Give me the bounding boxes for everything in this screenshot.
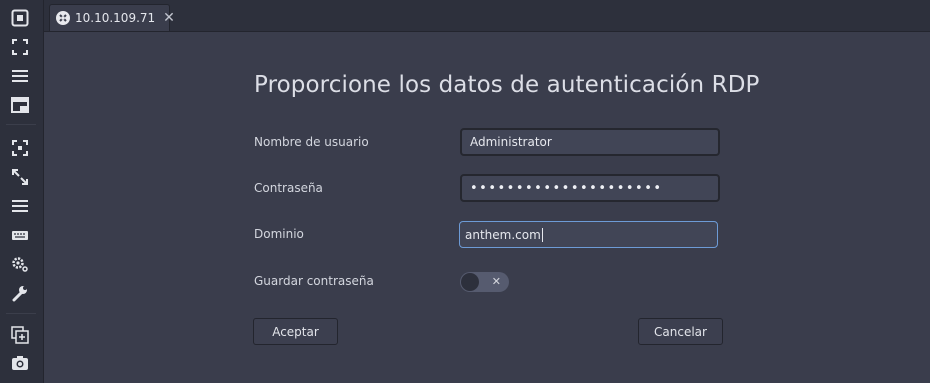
- auth-panel: Proporcione los datos de autenticación R…: [44, 32, 930, 383]
- close-icon[interactable]: ✕: [163, 11, 175, 25]
- password-value: •••••••••••••••••••••: [470, 180, 663, 196]
- toolbar: [0, 0, 44, 383]
- select-area-icon: [12, 140, 28, 156]
- full-screen-icon: [11, 9, 29, 27]
- wrench-icon: [12, 286, 27, 302]
- list-icon: [12, 200, 28, 212]
- list-button[interactable]: [9, 196, 31, 216]
- domain-field[interactable]: anthem.com: [459, 221, 718, 248]
- expand-button[interactable]: [9, 167, 31, 187]
- remmina-window: 10.10.109.71 ✕ Proporcione los datos de …: [0, 0, 930, 383]
- add-window-icon: [11, 326, 29, 344]
- password-label: Contraseña: [254, 181, 323, 195]
- screenshot-button[interactable]: [9, 353, 31, 373]
- toolbar-separator: [6, 124, 36, 125]
- toolbar-separator: [6, 313, 36, 314]
- settings-icon: [12, 257, 28, 272]
- page-title: Proporcione los datos de autenticación R…: [254, 72, 760, 98]
- username-value: Administrator: [470, 135, 552, 149]
- domain-value: anthem.com: [465, 227, 541, 242]
- text-caret: [541, 227, 543, 242]
- menu-button[interactable]: [9, 66, 31, 86]
- add-window-button[interactable]: [9, 325, 31, 345]
- menu-icon: [12, 70, 28, 82]
- window-icon: [11, 97, 29, 113]
- rdp-icon: [56, 11, 70, 25]
- fit-window-icon: [12, 39, 28, 55]
- select-area-button[interactable]: [9, 138, 31, 158]
- save-password-toggle[interactable]: ✕: [460, 272, 509, 292]
- domain-label: Dominio: [254, 227, 304, 241]
- expand-icon: [12, 169, 28, 185]
- full-screen-button[interactable]: [9, 8, 31, 28]
- accept-button[interactable]: Aceptar: [253, 318, 338, 345]
- username-field[interactable]: Administrator: [460, 128, 720, 156]
- wrench-button[interactable]: [9, 283, 31, 303]
- save-password-label: Guardar contraseña: [254, 274, 374, 288]
- cancel-button[interactable]: Cancelar: [638, 318, 723, 345]
- tab-connection[interactable]: 10.10.109.71 ✕: [49, 4, 175, 31]
- fit-window-button[interactable]: [9, 37, 31, 57]
- keyboard-button[interactable]: [9, 225, 31, 245]
- camera-icon: [12, 356, 28, 370]
- window-button[interactable]: [9, 95, 31, 115]
- tab-bar: 10.10.109.71 ✕: [44, 0, 930, 32]
- toggle-off-icon: ✕: [491, 275, 501, 288]
- username-label: Nombre de usuario: [254, 135, 369, 149]
- settings-button[interactable]: [9, 254, 31, 274]
- toggle-knob: [461, 273, 479, 291]
- keyboard-icon: [12, 231, 28, 240]
- tab-label: 10.10.109.71: [75, 11, 156, 25]
- password-field[interactable]: •••••••••••••••••••••: [460, 174, 720, 202]
